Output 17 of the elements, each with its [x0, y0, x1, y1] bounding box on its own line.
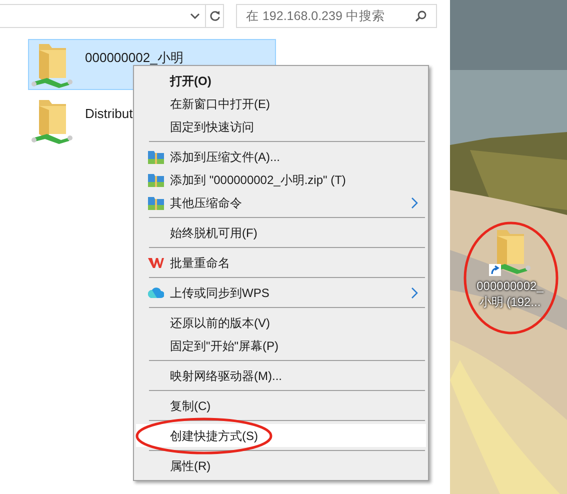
menu-item-label: 批量重命名: [170, 254, 231, 272]
menu-item-label: 创建快捷方式(S): [170, 428, 259, 444]
menu-item-label: 复制(C): [170, 398, 212, 414]
folder-name: Distribut: [85, 105, 133, 123]
menu-item-label: 始终脱机可用(F): [170, 224, 258, 242]
folder-name: 000000002_小明: [85, 49, 184, 67]
menu-item-label: 固定到快速访问: [170, 118, 255, 136]
menu-item-label: 还原以前的版本(V): [170, 314, 271, 332]
menu-item-label: 映射网络驱动器(M)...: [170, 368, 283, 384]
menu-item-label: 固定到"开始"屏幕(P): [170, 338, 280, 354]
menu-item-label: 属性(R): [170, 458, 212, 474]
menu-item-label: 在新窗口中打开(E): [170, 96, 271, 112]
menu-item-label: 打开(O): [170, 72, 212, 90]
menu-item-label: 添加到 "000000002_小明.zip" (T): [170, 172, 347, 188]
menu-item-label: 上传或同步到WPS: [170, 284, 270, 302]
menu-item-label: 添加到压缩文件(A)...: [170, 148, 281, 166]
menu-item-label: 其他压缩命令: [170, 194, 243, 212]
